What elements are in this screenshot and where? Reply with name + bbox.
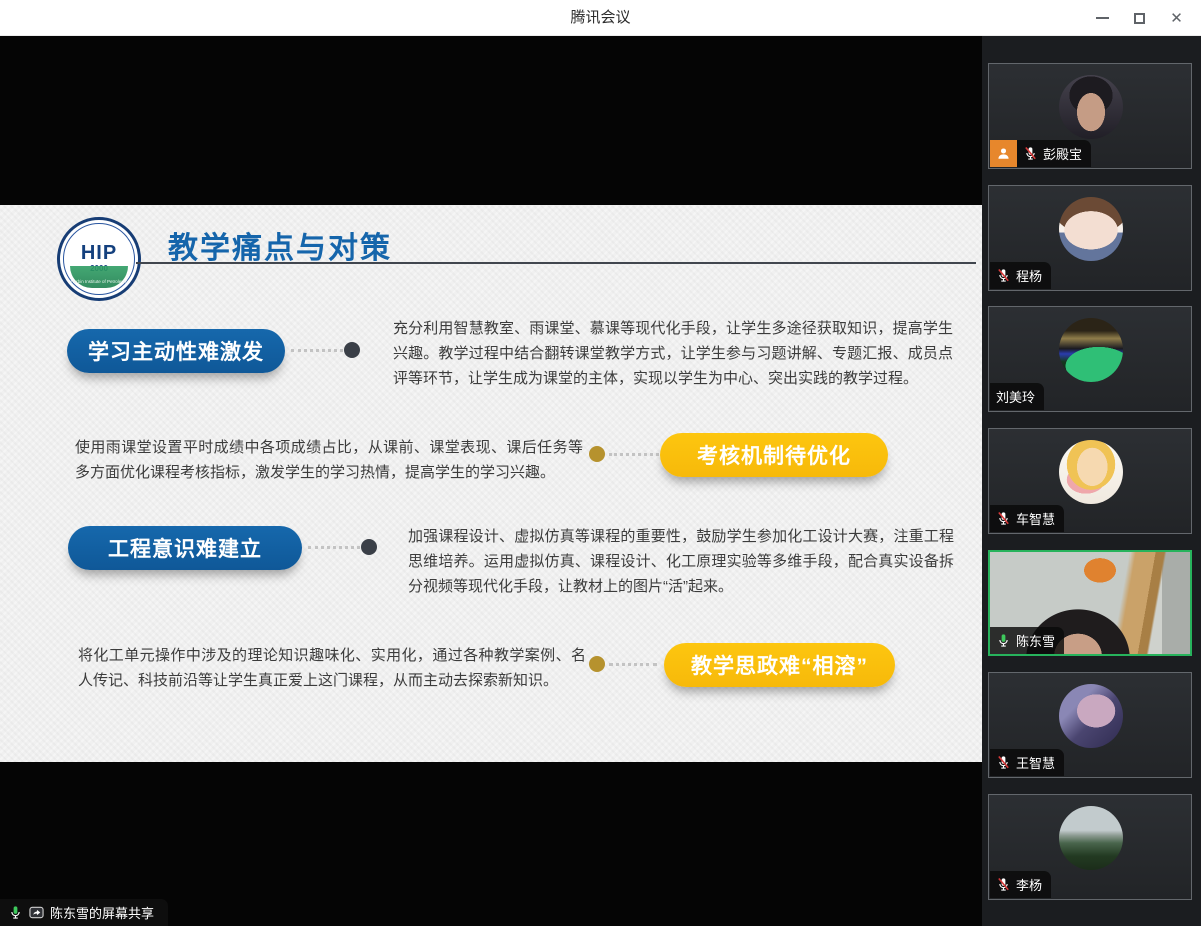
- minimize-icon: [1096, 17, 1109, 19]
- logo-abbr: HIP: [60, 242, 138, 265]
- connector-node-2: [589, 446, 605, 462]
- app-window: 腾讯会议 ✕ HIP 2000 Harbin Institute of Petr…: [0, 0, 1201, 926]
- mic-muted-icon: [996, 877, 1011, 892]
- mic-muted-icon: [1023, 146, 1038, 161]
- participant-tile-liumeiling[interactable]: 刘美玲: [988, 306, 1192, 412]
- participant-name-bar: 程杨: [990, 262, 1051, 289]
- participant-name-bar: 王智慧: [990, 749, 1064, 776]
- participant-name-bar: 刘美玲: [990, 383, 1044, 410]
- participant-name: 车智慧: [1016, 509, 1055, 528]
- participant-tile-chengyang[interactable]: 程杨: [988, 185, 1192, 291]
- window-title: 腾讯会议: [0, 0, 1201, 36]
- body-text-1: 充分利用智慧教室、雨课堂、慕课等现代化手段，让学生多途径获取知识，提高学生兴趣。…: [393, 316, 953, 391]
- shared-screen-stage: HIP 2000 Harbin Institute of Petroleum 教…: [0, 36, 982, 926]
- participant-name-bar: 陈东雪: [990, 627, 1064, 654]
- participant-tile-liyang[interactable]: 李杨: [988, 794, 1192, 900]
- avatar: [1059, 806, 1123, 870]
- mic-muted-icon: [996, 268, 1011, 283]
- minimize-button[interactable]: [1084, 0, 1121, 36]
- screen-share-icon: [29, 905, 44, 920]
- connector-node-1: [344, 342, 360, 358]
- host-badge: [990, 140, 1017, 167]
- participant-name-bar: 彭殿宝: [1017, 140, 1091, 167]
- participant-name: 彭殿宝: [1043, 144, 1082, 163]
- avatar: [1059, 440, 1123, 504]
- close-icon: ✕: [1170, 11, 1183, 26]
- connector-dots-4: [609, 663, 657, 666]
- participant-name-bar: 车智慧: [990, 505, 1064, 532]
- maximize-button[interactable]: [1121, 0, 1158, 36]
- avatar: [1059, 75, 1123, 139]
- avatar: [1059, 684, 1123, 748]
- close-button[interactable]: ✕: [1158, 0, 1195, 36]
- participant-tile-chendongxue-active[interactable]: 陈东雪: [988, 550, 1192, 656]
- connector-dots-2: [609, 453, 659, 456]
- pain-point-pill-2: 考核机制待优化: [660, 433, 888, 477]
- connector-node-3: [361, 539, 377, 555]
- participant-name: 陈东雪: [1016, 631, 1055, 650]
- participant-tile-pengdianbao[interactable]: 彭殿宝: [988, 63, 1192, 169]
- title-bar: 腾讯会议 ✕: [0, 0, 1201, 36]
- participant-name: 李杨: [1016, 875, 1042, 894]
- share-label: 陈东雪的屏幕共享: [50, 903, 154, 922]
- window-controls: ✕: [1084, 0, 1195, 36]
- title-underline: [136, 262, 976, 264]
- participant-name-bar: 李杨: [990, 871, 1051, 898]
- connector-dots-1: [291, 349, 343, 352]
- screen-share-status-bar: 陈东雪的屏幕共享: [0, 899, 168, 926]
- pain-point-pill-4: 教学思政难“相溶”: [664, 643, 895, 687]
- connector-dots-3: [308, 546, 360, 549]
- participant-tile-chezhihui[interactable]: 车智慧: [988, 428, 1192, 534]
- mic-muted-icon: [996, 755, 1011, 770]
- avatar: [1059, 197, 1123, 261]
- pain-point-pill-1: 学习主动性难激发: [67, 329, 285, 373]
- mic-active-icon: [996, 633, 1011, 648]
- body-text-4: 将化工单元操作中涉及的理论知识趣味化、实用化，通过各种教学案例、名人传记、科技前…: [78, 643, 586, 693]
- slide-title: 教学痛点与对策: [168, 223, 392, 267]
- logo-caption: Harbin Institute of Petroleum: [64, 279, 134, 284]
- university-logo: HIP 2000 Harbin Institute of Petroleum: [57, 217, 141, 301]
- pain-point-pill-3: 工程意识难建立: [68, 526, 302, 570]
- body-text-2: 使用雨课堂设置平时成绩中各项成绩占比，从课前、课堂表现、课后任务等多方面优化课程…: [75, 435, 583, 485]
- connector-node-4: [589, 656, 605, 672]
- participant-tile-wangzhihui[interactable]: 王智慧: [988, 672, 1192, 778]
- body-text-3: 加强课程设计、虚拟仿真等课程的重要性，鼓励学生参加化工设计大赛，注重工程思维培养…: [408, 524, 954, 599]
- participant-name: 王智慧: [1016, 753, 1055, 772]
- participant-name: 刘美玲: [996, 387, 1035, 406]
- mic-muted-icon: [996, 511, 1011, 526]
- maximize-icon: [1134, 13, 1145, 24]
- presentation-slide: HIP 2000 Harbin Institute of Petroleum 教…: [0, 205, 982, 762]
- participant-name: 程杨: [1016, 266, 1042, 285]
- person-icon: [996, 146, 1011, 161]
- mic-active-icon: [8, 905, 23, 920]
- participants-sidebar: 彭殿宝 程杨 刘美玲 车智慧: [982, 36, 1201, 926]
- avatar: [1059, 318, 1123, 382]
